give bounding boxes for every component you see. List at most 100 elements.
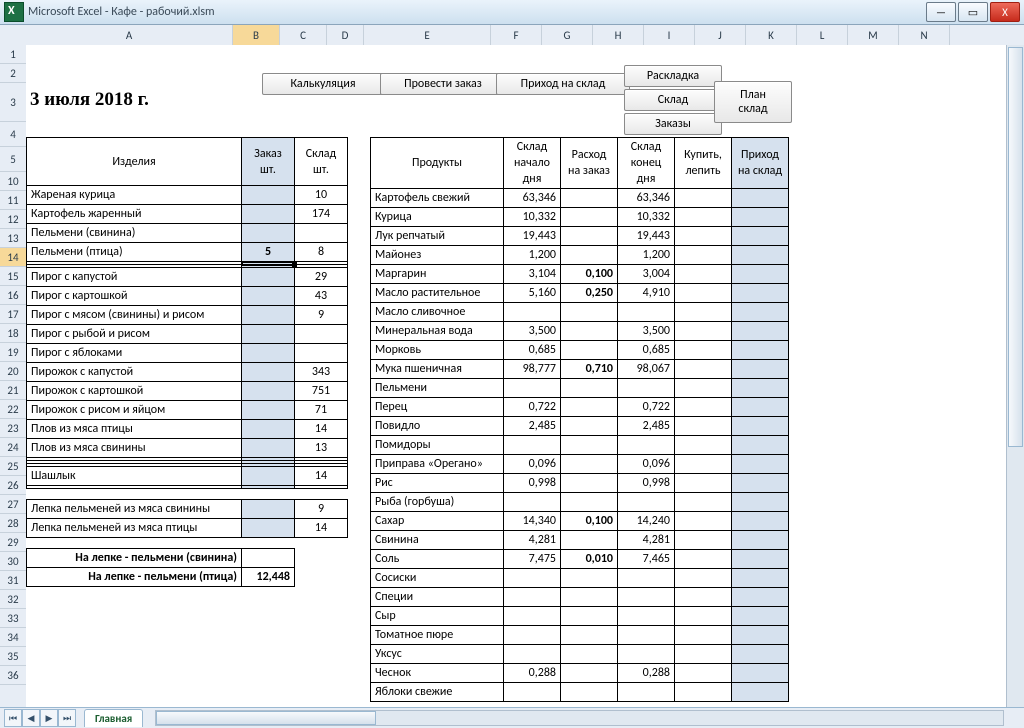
product-name[interactable]: Маргарин xyxy=(371,265,504,284)
stock-end[interactable]: 14,240 xyxy=(618,512,675,531)
col-header-K[interactable]: K xyxy=(746,25,797,45)
table-row[interactable]: Сыр xyxy=(371,607,789,626)
product-name[interactable]: Повидло xyxy=(371,417,504,436)
table-row[interactable]: Свинина4,2814,281 xyxy=(371,531,789,550)
product-name[interactable]: Майонез xyxy=(371,246,504,265)
product-name[interactable]: Морковь xyxy=(371,341,504,360)
summary-name[interactable]: На лепке - пельмени (свинина) xyxy=(27,549,242,568)
consumption[interactable]: 0,710 xyxy=(561,360,618,379)
table-row[interactable]: Плов из мяса птицы14 xyxy=(27,420,348,439)
to-buy[interactable] xyxy=(675,341,732,360)
stock-start[interactable] xyxy=(504,303,561,322)
item-stock[interactable]: 43 xyxy=(295,287,348,306)
product-name[interactable]: Пельмени xyxy=(371,379,504,398)
footer-name[interactable]: Лепка пельменей из мяса свинины xyxy=(27,500,242,519)
item-stock[interactable] xyxy=(295,224,348,243)
stock-end[interactable]: 0,288 xyxy=(618,664,675,683)
stock-start[interactable]: 4,281 xyxy=(504,531,561,550)
row-header-35[interactable]: 35 xyxy=(0,647,26,666)
table-row[interactable]: Пирог с картошкой43 xyxy=(27,287,348,306)
product-name[interactable]: Сахар xyxy=(371,512,504,531)
stock-start[interactable]: 7,475 xyxy=(504,550,561,569)
row-header-3[interactable]: 3 xyxy=(0,83,26,122)
consumption[interactable] xyxy=(561,531,618,550)
stock-start[interactable]: 3,500 xyxy=(504,322,561,341)
item-name[interactable]: Шашлык xyxy=(27,467,242,486)
col-header-I[interactable]: I xyxy=(644,25,695,45)
stock-end[interactable] xyxy=(618,588,675,607)
table-row[interactable]: Минеральная вода3,5003,500 xyxy=(371,322,789,341)
table-row[interactable]: Морковь0,6850,685 xyxy=(371,341,789,360)
stock-end[interactable]: 3,004 xyxy=(618,265,675,284)
consumption[interactable] xyxy=(561,588,618,607)
consumption[interactable] xyxy=(561,626,618,645)
stock-start[interactable] xyxy=(504,683,561,702)
calc-button[interactable]: Калькуляция xyxy=(262,73,384,95)
col-header-D[interactable]: D xyxy=(327,25,364,45)
consumption[interactable] xyxy=(561,322,618,341)
stock-end[interactable] xyxy=(618,607,675,626)
col-header-N[interactable]: N xyxy=(899,25,950,45)
to-buy[interactable] xyxy=(675,398,732,417)
nav-prev-icon[interactable]: ◀ xyxy=(22,709,40,727)
consumption[interactable] xyxy=(561,341,618,360)
stock-end[interactable]: 1,200 xyxy=(618,246,675,265)
row-header-2[interactable]: 2 xyxy=(0,64,26,83)
stock-button[interactable]: Склад xyxy=(624,89,722,111)
row-headers[interactable]: 1234510111213141516171819202122232425262… xyxy=(0,45,27,708)
stock-end[interactable]: 4,281 xyxy=(618,531,675,550)
stock-start[interactable]: 0,288 xyxy=(504,664,561,683)
row-header-24[interactable]: 24 xyxy=(0,438,26,457)
stock-start[interactable]: 3,104 xyxy=(504,265,561,284)
item-name[interactable]: Жареная курица xyxy=(27,186,242,205)
incoming[interactable] xyxy=(732,664,789,683)
table-row[interactable]: Шашлык 14 xyxy=(27,467,348,486)
table-row[interactable]: Картофель свежий63,34663,346 xyxy=(371,189,789,208)
item-stock[interactable]: 29 xyxy=(295,268,348,287)
table-row[interactable]: Приправа «Орегано»0,0960,096 xyxy=(371,455,789,474)
stock-end[interactable]: 98,067 xyxy=(618,360,675,379)
to-buy[interactable] xyxy=(675,569,732,588)
item-order[interactable] xyxy=(242,420,295,439)
incoming[interactable] xyxy=(732,322,789,341)
stock-end[interactable] xyxy=(618,683,675,702)
incoming[interactable] xyxy=(732,493,789,512)
product-name[interactable]: Курица xyxy=(371,208,504,227)
row-header-11[interactable]: 11 xyxy=(0,191,26,210)
stock-end[interactable]: 0,096 xyxy=(618,455,675,474)
stock-start[interactable]: 0,096 xyxy=(504,455,561,474)
item-order[interactable] xyxy=(242,268,295,287)
table-row[interactable]: Пирог с мясом (свинины) и рисом9 xyxy=(27,306,348,325)
stock-end[interactable]: 3,500 xyxy=(618,322,675,341)
table-row[interactable]: Пельмени (свинина) xyxy=(27,224,348,243)
row-header-22[interactable]: 22 xyxy=(0,400,26,419)
col-header-E[interactable]: E xyxy=(364,25,491,45)
layout-button[interactable]: Раскладка xyxy=(624,65,722,87)
consumption[interactable] xyxy=(561,398,618,417)
stock-end[interactable] xyxy=(618,569,675,588)
item-order[interactable] xyxy=(242,439,295,458)
summary-value[interactable]: 12,448 xyxy=(242,568,295,587)
col-header-F[interactable]: F xyxy=(491,25,542,45)
item-stock[interactable]: 9 xyxy=(295,306,348,325)
to-buy[interactable] xyxy=(675,189,732,208)
incoming[interactable] xyxy=(732,379,789,398)
table-row[interactable]: Уксус xyxy=(371,645,789,664)
row-header-26[interactable]: 26 xyxy=(0,476,26,495)
col-header-B[interactable]: B xyxy=(233,25,280,45)
row-header-17[interactable]: 17 xyxy=(0,305,26,324)
stock-end[interactable] xyxy=(618,303,675,322)
product-name[interactable]: Сыр xyxy=(371,607,504,626)
stock-start[interactable] xyxy=(504,645,561,664)
to-buy[interactable] xyxy=(675,645,732,664)
row-header-10[interactable]: 10 xyxy=(0,172,26,191)
item-name[interactable]: Пельмени (птица) xyxy=(27,243,242,262)
to-buy[interactable] xyxy=(675,227,732,246)
item-stock[interactable]: 14 xyxy=(295,420,348,439)
item-order[interactable] xyxy=(242,401,295,420)
stock-end[interactable]: 7,465 xyxy=(618,550,675,569)
item-stock[interactable]: 14 xyxy=(295,467,348,486)
stock-end[interactable]: 0,722 xyxy=(618,398,675,417)
minimize-button[interactable]: — xyxy=(926,2,956,22)
col-header-A[interactable]: A xyxy=(26,25,233,45)
